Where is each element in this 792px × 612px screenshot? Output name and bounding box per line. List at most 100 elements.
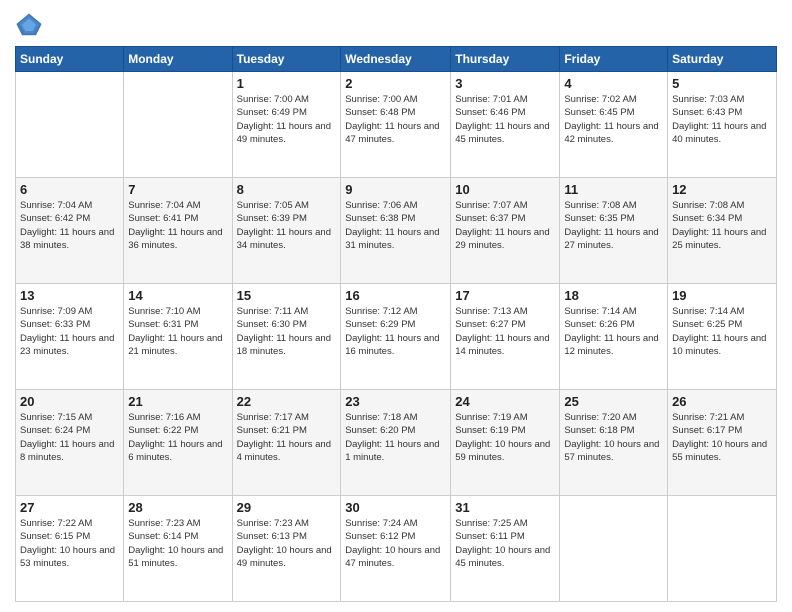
calendar-table: SundayMondayTuesdayWednesdayThursdayFrid… [15, 46, 777, 602]
week-row-2: 6 Sunrise: 7:04 AM Sunset: 6:42 PM Daylig… [16, 178, 777, 284]
day-info: Sunrise: 7:07 AM Sunset: 6:37 PM Dayligh… [455, 199, 555, 252]
day-cell-12: 12 Sunrise: 7:08 AM Sunset: 6:34 PM Dayli… [668, 178, 777, 284]
day-info: Sunrise: 7:14 AM Sunset: 6:26 PM Dayligh… [564, 305, 663, 358]
day-number: 30 [345, 500, 446, 515]
day-cell-19: 19 Sunrise: 7:14 AM Sunset: 6:25 PM Dayli… [668, 284, 777, 390]
weekday-header-row: SundayMondayTuesdayWednesdayThursdayFrid… [16, 47, 777, 72]
weekday-saturday: Saturday [668, 47, 777, 72]
day-cell-18: 18 Sunrise: 7:14 AM Sunset: 6:26 PM Dayli… [560, 284, 668, 390]
day-number: 14 [128, 288, 227, 303]
day-cell-3: 3 Sunrise: 7:01 AM Sunset: 6:46 PM Daylig… [451, 72, 560, 178]
empty-cell [16, 72, 124, 178]
day-cell-17: 17 Sunrise: 7:13 AM Sunset: 6:27 PM Dayli… [451, 284, 560, 390]
weekday-wednesday: Wednesday [341, 47, 451, 72]
day-cell-10: 10 Sunrise: 7:07 AM Sunset: 6:37 PM Dayli… [451, 178, 560, 284]
day-number: 23 [345, 394, 446, 409]
day-cell-16: 16 Sunrise: 7:12 AM Sunset: 6:29 PM Dayli… [341, 284, 451, 390]
day-info: Sunrise: 7:03 AM Sunset: 6:43 PM Dayligh… [672, 93, 772, 146]
weekday-thursday: Thursday [451, 47, 560, 72]
logo [15, 10, 47, 38]
day-info: Sunrise: 7:25 AM Sunset: 6:11 PM Dayligh… [455, 517, 555, 570]
day-number: 12 [672, 182, 772, 197]
day-number: 10 [455, 182, 555, 197]
day-number: 21 [128, 394, 227, 409]
day-number: 22 [237, 394, 337, 409]
logo-icon [15, 10, 43, 38]
day-info: Sunrise: 7:10 AM Sunset: 6:31 PM Dayligh… [128, 305, 227, 358]
day-number: 17 [455, 288, 555, 303]
day-info: Sunrise: 7:23 AM Sunset: 6:14 PM Dayligh… [128, 517, 227, 570]
day-info: Sunrise: 7:24 AM Sunset: 6:12 PM Dayligh… [345, 517, 446, 570]
day-cell-5: 5 Sunrise: 7:03 AM Sunset: 6:43 PM Daylig… [668, 72, 777, 178]
day-number: 27 [20, 500, 119, 515]
day-info: Sunrise: 7:11 AM Sunset: 6:30 PM Dayligh… [237, 305, 337, 358]
day-cell-23: 23Sunrise: 7:18 AM Sunset: 6:20 PM Dayli… [341, 390, 451, 496]
empty-cell [124, 72, 232, 178]
day-cell-28: 28 Sunrise: 7:23 AM Sunset: 6:14 PM Dayli… [124, 496, 232, 602]
day-info: Sunrise: 7:19 AM Sunset: 6:19 PM Dayligh… [455, 411, 555, 464]
day-number: 7 [128, 182, 227, 197]
day-number: 16 [345, 288, 446, 303]
day-info: Sunrise: 7:23 AM Sunset: 6:13 PM Dayligh… [237, 517, 337, 570]
empty-cell [560, 496, 668, 602]
day-info: Sunrise: 7:06 AM Sunset: 6:38 PM Dayligh… [345, 199, 446, 252]
day-number: 4 [564, 76, 663, 91]
week-row-3: 13Sunrise: 7:09 AM Sunset: 6:33 PM Dayli… [16, 284, 777, 390]
day-info: Sunrise: 7:13 AM Sunset: 6:27 PM Dayligh… [455, 305, 555, 358]
weekday-monday: Monday [124, 47, 232, 72]
day-info: Sunrise: 7:22 AM Sunset: 6:15 PM Dayligh… [20, 517, 119, 570]
day-info: Sunrise: 7:08 AM Sunset: 6:34 PM Dayligh… [672, 199, 772, 252]
day-info: Sunrise: 7:16 AM Sunset: 6:22 PM Dayligh… [128, 411, 227, 464]
day-number: 18 [564, 288, 663, 303]
day-info: Sunrise: 7:21 AM Sunset: 6:17 PM Dayligh… [672, 411, 772, 464]
day-number: 26 [672, 394, 772, 409]
day-number: 31 [455, 500, 555, 515]
day-info: Sunrise: 7:08 AM Sunset: 6:35 PM Dayligh… [564, 199, 663, 252]
day-number: 2 [345, 76, 446, 91]
weekday-sunday: Sunday [16, 47, 124, 72]
day-cell-6: 6 Sunrise: 7:04 AM Sunset: 6:42 PM Daylig… [16, 178, 124, 284]
day-cell-30: 30 Sunrise: 7:24 AM Sunset: 6:12 PM Dayli… [341, 496, 451, 602]
day-info: Sunrise: 7:12 AM Sunset: 6:29 PM Dayligh… [345, 305, 446, 358]
calendar-page: SundayMondayTuesdayWednesdayThursdayFrid… [0, 0, 792, 612]
week-row-4: 20Sunrise: 7:15 AM Sunset: 6:24 PM Dayli… [16, 390, 777, 496]
day-number: 25 [564, 394, 663, 409]
day-info: Sunrise: 7:00 AM Sunset: 6:49 PM Dayligh… [237, 93, 337, 146]
week-row-1: 1Sunrise: 7:00 AM Sunset: 6:49 PM Daylig… [16, 72, 777, 178]
day-info: Sunrise: 7:00 AM Sunset: 6:48 PM Dayligh… [345, 93, 446, 146]
day-info: Sunrise: 7:20 AM Sunset: 6:18 PM Dayligh… [564, 411, 663, 464]
day-number: 11 [564, 182, 663, 197]
day-info: Sunrise: 7:02 AM Sunset: 6:45 PM Dayligh… [564, 93, 663, 146]
day-cell-25: 25 Sunrise: 7:20 AM Sunset: 6:18 PM Dayli… [560, 390, 668, 496]
empty-cell [668, 496, 777, 602]
day-number: 29 [237, 500, 337, 515]
day-info: Sunrise: 7:04 AM Sunset: 6:41 PM Dayligh… [128, 199, 227, 252]
week-row-5: 27 Sunrise: 7:22 AM Sunset: 6:15 PM Dayli… [16, 496, 777, 602]
day-cell-14: 14 Sunrise: 7:10 AM Sunset: 6:31 PM Dayli… [124, 284, 232, 390]
day-cell-9: 9Sunrise: 7:06 AM Sunset: 6:38 PM Daylig… [341, 178, 451, 284]
day-cell-20: 20Sunrise: 7:15 AM Sunset: 6:24 PM Dayli… [16, 390, 124, 496]
day-number: 6 [20, 182, 119, 197]
day-cell-11: 11 Sunrise: 7:08 AM Sunset: 6:35 PM Dayli… [560, 178, 668, 284]
day-cell-2: 2 Sunrise: 7:00 AM Sunset: 6:48 PM Daylig… [341, 72, 451, 178]
day-info: Sunrise: 7:04 AM Sunset: 6:42 PM Dayligh… [20, 199, 119, 252]
day-number: 19 [672, 288, 772, 303]
day-info: Sunrise: 7:14 AM Sunset: 6:25 PM Dayligh… [672, 305, 772, 358]
day-cell-31: 31 Sunrise: 7:25 AM Sunset: 6:11 PM Dayli… [451, 496, 560, 602]
day-number: 3 [455, 76, 555, 91]
header [15, 10, 777, 38]
day-number: 13 [20, 288, 119, 303]
day-number: 15 [237, 288, 337, 303]
day-info: Sunrise: 7:01 AM Sunset: 6:46 PM Dayligh… [455, 93, 555, 146]
day-info: Sunrise: 7:17 AM Sunset: 6:21 PM Dayligh… [237, 411, 337, 464]
day-number: 24 [455, 394, 555, 409]
day-number: 28 [128, 500, 227, 515]
day-cell-7: 7 Sunrise: 7:04 AM Sunset: 6:41 PM Daylig… [124, 178, 232, 284]
day-number: 8 [237, 182, 337, 197]
day-cell-1: 1Sunrise: 7:00 AM Sunset: 6:49 PM Daylig… [232, 72, 341, 178]
day-cell-29: 29 Sunrise: 7:23 AM Sunset: 6:13 PM Dayli… [232, 496, 341, 602]
day-cell-26: 26 Sunrise: 7:21 AM Sunset: 6:17 PM Dayli… [668, 390, 777, 496]
day-number: 20 [20, 394, 119, 409]
day-cell-24: 24 Sunrise: 7:19 AM Sunset: 6:19 PM Dayli… [451, 390, 560, 496]
day-number: 5 [672, 76, 772, 91]
